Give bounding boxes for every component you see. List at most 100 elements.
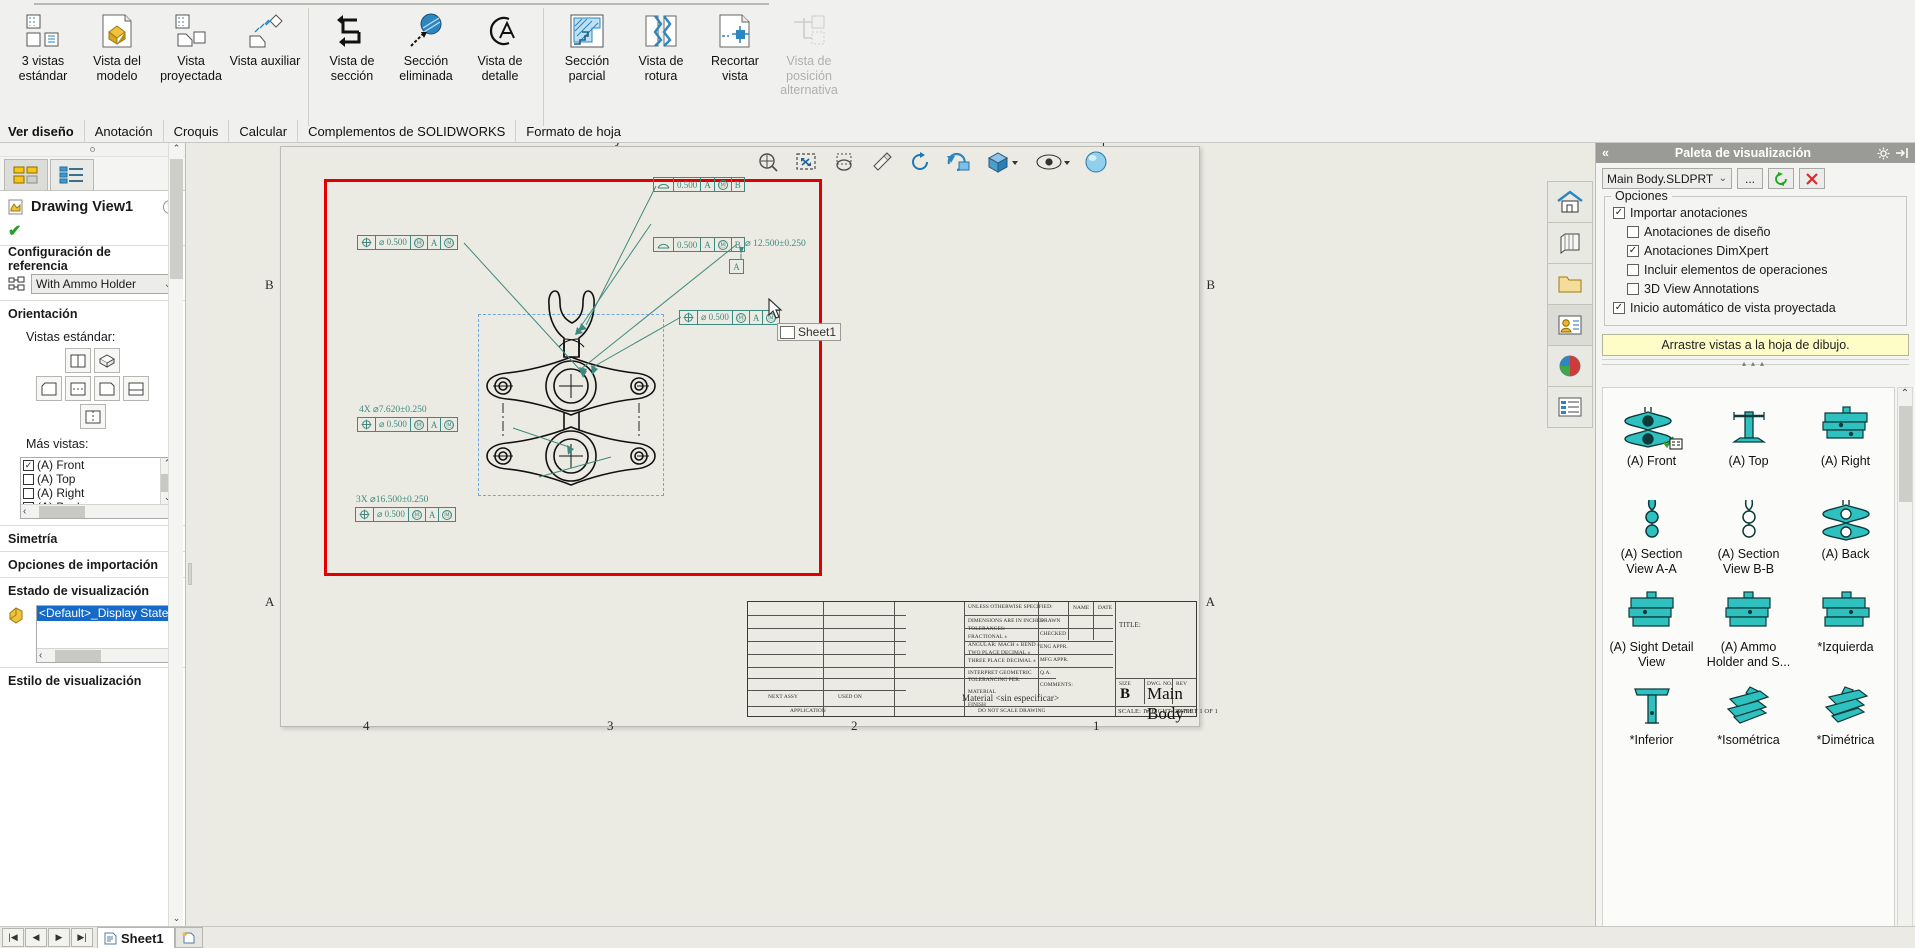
display-list-button[interactable]	[1547, 386, 1593, 428]
refresh-button[interactable]	[1768, 168, 1794, 189]
display-state-hscroll-thumb[interactable]	[55, 650, 101, 662]
scroll-up-icon[interactable]: ⌃	[169, 143, 184, 158]
zoom-to-area-icon[interactable]	[754, 148, 782, 176]
option-row[interactable]: Anotaciones de diseño	[1613, 222, 1898, 241]
dimension-7620[interactable]: 4X ⌀7.620±0.250	[359, 404, 427, 415]
view-back-button[interactable]	[79, 404, 106, 429]
tab-croquis[interactable]: Croquis	[162, 120, 229, 143]
display-state-selected-item[interactable]: <Default>_Display State	[37, 606, 176, 621]
add-sheet-button[interactable]	[174, 927, 203, 948]
property-manager-scrollbar[interactable]: ⌃ ⌄	[168, 143, 183, 928]
ribbon-button-section-view[interactable]: Vista de sección	[315, 6, 389, 102]
drawing-canvas[interactable]: 3 1 B A B A 4 3 2 1	[194, 143, 1595, 928]
section-display-style[interactable]: Estilo de visualización ⌃	[0, 667, 185, 693]
rotate-icon[interactable]	[906, 148, 934, 176]
tab-anotacion[interactable]: Anotación	[83, 120, 163, 143]
close-button[interactable]	[1799, 168, 1825, 189]
last-sheet-button[interactable]: ▶|	[71, 928, 93, 947]
ribbon-button-projected-view[interactable]: Vista proyectada	[154, 6, 228, 102]
view-top-button[interactable]	[65, 376, 91, 401]
zoom-window-icon[interactable]	[830, 148, 858, 176]
section-orientation[interactable]: Orientación ⌃	[0, 300, 185, 326]
document-dropdown[interactable]: Main Body.SLDPRT ⌄	[1602, 168, 1732, 189]
pin-icon[interactable]	[1895, 147, 1909, 159]
view-left-button[interactable]	[36, 376, 62, 401]
previous-sheet-button[interactable]: ◀	[25, 928, 47, 947]
view-thumbnail-right-view[interactable]: (A) Right	[1797, 396, 1894, 489]
option-row[interactable]: Incluir elementos de operaciones	[1613, 260, 1898, 279]
view-thumbnail-bottom-view[interactable]: *Inferior	[1603, 675, 1700, 768]
checkbox-icon[interactable]	[1627, 225, 1639, 238]
folder-button[interactable]	[1547, 263, 1593, 305]
tab-ver-diseno[interactable]: Ver diseño	[0, 120, 84, 143]
first-sheet-button[interactable]: |◀	[2, 928, 24, 947]
configuration-manager-tab[interactable]	[50, 159, 94, 190]
ribbon-button-removed-section[interactable]: Sección eliminada	[389, 6, 463, 102]
sheet-tab-sheet1[interactable]: Sheet1	[97, 927, 175, 948]
ribbon-button-crop-view[interactable]: Recortar vista	[698, 6, 772, 102]
view-palette-thumbnails[interactable]: (A) Front (A) Top (A) Right (A) Section Vie…	[1602, 387, 1895, 942]
view-thumbnail-top-view[interactable]: (A) Top	[1700, 396, 1797, 489]
option-row[interactable]: ✓ Importar anotaciones	[1613, 203, 1898, 222]
palette-grip[interactable]: ▴▴▴	[1602, 359, 1909, 368]
view-thumbnail-dimetric[interactable]: *Dimétrica	[1797, 675, 1894, 768]
view-orientation-cube-icon[interactable]	[982, 148, 1022, 176]
reference-configuration-dropdown[interactable]: With Ammo Holder ⌄	[31, 274, 177, 294]
display-state-listbox[interactable]: <Default>_Display State ‹ ›	[36, 605, 177, 663]
title-block[interactable]: UNLESS OTHERWISE SPECIFIED: DIMENSIONS A…	[747, 601, 1218, 723]
accept-button[interactable]: ✔	[0, 221, 185, 245]
more-views-item[interactable]: ✓ (A) Front	[21, 458, 160, 472]
ribbon-button-three-standard-views[interactable]: 3 vistas estándar	[6, 6, 80, 102]
gdt-frame-middle[interactable]: 0.500 A Ⓜ B	[653, 237, 745, 252]
display-manager-button[interactable]	[1547, 304, 1593, 346]
view-thumbnail-section-bb[interactable]: (A) Section View B-B	[1700, 489, 1797, 582]
ribbon-button-model-view[interactable]: Vista del modelo	[80, 6, 154, 102]
palette-scroll-thumb[interactable]	[1899, 406, 1912, 502]
collapse-icon[interactable]: «	[1602, 146, 1609, 160]
section-import-options[interactable]: Opciones de importación ⌄	[0, 551, 185, 577]
checkbox-icon[interactable]	[1627, 282, 1639, 295]
dimension-12500[interactable]: ⌀ 12.500±0.250	[745, 238, 806, 249]
palette-scrollbar[interactable]: ⌃ ⌄	[1897, 387, 1913, 942]
ribbon-button-auxiliary-view[interactable]: Vista auxiliar	[228, 6, 302, 102]
view-thumbnail-section-aa[interactable]: (A) Section View A-A	[1603, 489, 1700, 582]
home-button[interactable]	[1547, 181, 1593, 223]
dimension-16500[interactable]: 3X ⌀16.500±0.250	[356, 494, 428, 505]
gdt-frame-7620[interactable]: ⌀ 0.500 Ⓜ A Ⓜ	[357, 417, 459, 432]
option-row[interactable]: 3D View Annotations	[1613, 279, 1898, 298]
gear-icon[interactable]	[1877, 147, 1890, 160]
display-state-horizontal-scrollbar[interactable]: ‹ ›	[37, 648, 176, 662]
browse-button[interactable]: ...	[1737, 168, 1763, 189]
drawing-sheet[interactable]: B A B A 4 3 2 1 0.500 A Ⓜ B 0.500 A Ⓜ B …	[265, 146, 1218, 733]
previous-view-icon[interactable]	[944, 148, 972, 176]
view-thumbnail-sight-detail[interactable]: (A) Sight Detail View	[1603, 582, 1700, 675]
layers-button[interactable]	[1547, 222, 1593, 264]
section-mirror[interactable]: Simetría ⌄	[0, 525, 185, 551]
gdt-frame-top[interactable]: 0.500 A Ⓜ B	[653, 177, 745, 192]
ribbon-button-break-view[interactable]: Vista de rotura	[624, 6, 698, 102]
pan-icon[interactable]	[868, 148, 896, 176]
zoom-to-fit-icon[interactable]	[792, 148, 820, 176]
ribbon-button-broken-out-section[interactable]: Sección parcial	[550, 6, 624, 102]
more-views-hscroll-thumb[interactable]	[39, 506, 85, 518]
panel-drag-handle[interactable]	[0, 143, 185, 157]
next-sheet-button[interactable]: ▶	[48, 928, 70, 947]
tab-formato-de-hoja[interactable]: Formato de hoja	[515, 120, 631, 143]
gdt-frame-left[interactable]: ⌀ 0.500 Ⓜ A Ⓜ	[357, 235, 459, 250]
checkbox-icon[interactable]: ✓	[1627, 244, 1639, 257]
more-views-item[interactable]: (A) Right	[21, 486, 160, 500]
panel-splitter[interactable]	[186, 143, 194, 928]
view-isometric-button[interactable]	[94, 348, 120, 373]
view-thumbnail-left-view[interactable]: *Izquierda	[1797, 582, 1894, 675]
property-manager-tab[interactable]	[4, 159, 48, 190]
option-row[interactable]: ✓ Anotaciones DimXpert	[1613, 241, 1898, 260]
view-front-button[interactable]	[65, 348, 91, 373]
checkbox-icon[interactable]	[23, 473, 34, 485]
view-thumbnail-back-view[interactable]: (A) Back	[1797, 489, 1894, 582]
more-views-listbox[interactable]: ✓(A) Front(A) Top(A) Right(A) Back ⌃ ⌄ ‹…	[20, 457, 175, 519]
tab-complementos-solidworks[interactable]: Complementos de SOLIDWORKS	[297, 120, 515, 143]
appearances-icon[interactable]	[1082, 148, 1110, 176]
scroll-left-icon[interactable]: ‹	[39, 650, 42, 661]
view-bottom-button[interactable]	[123, 376, 149, 401]
gdt-frame-right[interactable]: ⌀ 0.500 Ⓜ A Ⓜ	[679, 310, 781, 325]
